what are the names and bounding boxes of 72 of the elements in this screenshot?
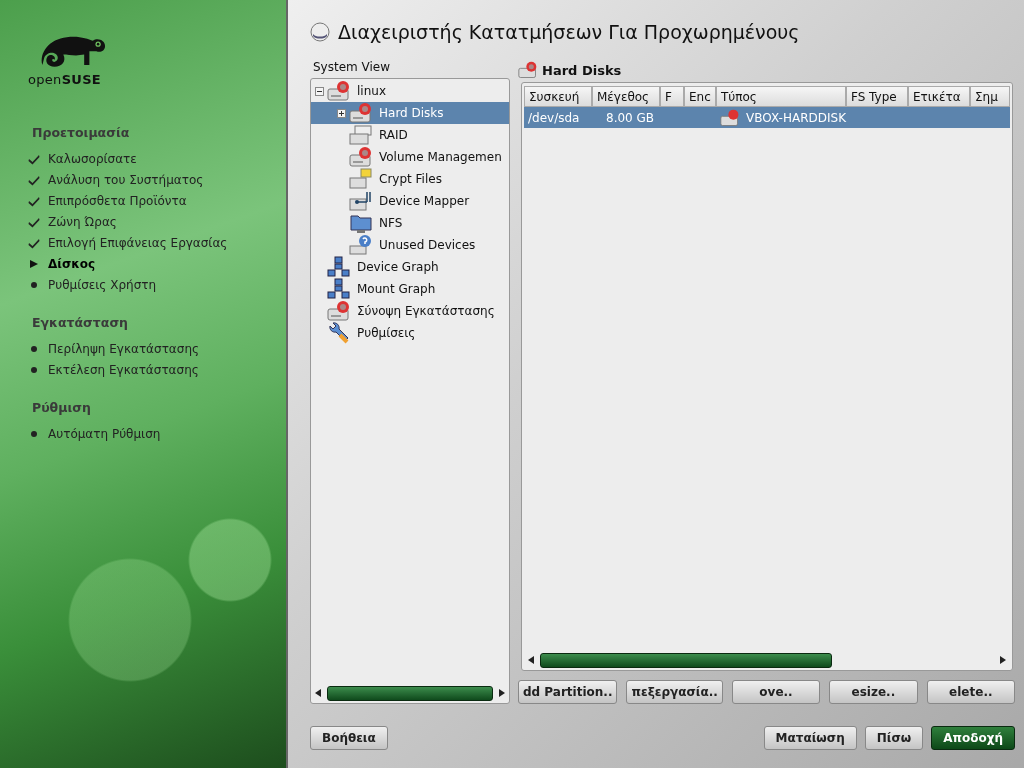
network-folder-icon — [349, 212, 373, 234]
system-view-label: System View — [313, 60, 392, 76]
section-title: Ρύθμιση — [32, 400, 92, 415]
tree-item[interactable]: Device Mapper — [311, 190, 509, 212]
device-mapper-icon — [349, 190, 373, 212]
step-label: Ρυθμίσεις Χρήστη — [48, 277, 157, 292]
graph-icon — [327, 278, 351, 300]
unused-disk-icon — [349, 234, 373, 256]
tree-item[interactable]: Unused Devices — [311, 234, 509, 256]
accept-button[interactable]: Αποδοχή — [931, 726, 1015, 750]
tree-item[interactable]: RAID — [311, 124, 509, 146]
column-header[interactable]: Enc — [684, 86, 716, 107]
tree-item[interactable]: linux — [311, 80, 509, 102]
step-label: Καλωσορίσατε — [48, 151, 137, 166]
tree-item[interactable]: Volume Managemen — [311, 146, 509, 168]
step-label: Περίληψη Εγκατάστασης — [48, 341, 200, 356]
section-title: Προετοιμασία — [32, 125, 131, 140]
scroll-right-icon[interactable] — [1000, 656, 1006, 664]
cancel-button[interactable]: Ματαίωση — [763, 726, 857, 750]
step-label: Ανάλυση του Συστήματος — [48, 172, 204, 187]
action-button[interactable]: esize.. — [829, 680, 918, 704]
panel-heading: Hard Disks — [542, 62, 622, 78]
back-button[interactable]: Πίσω — [864, 726, 924, 750]
column-header[interactable]: Ετικέτα — [908, 86, 970, 107]
tree-item[interactable]: Device Graph — [311, 256, 509, 278]
scroll-right-icon[interactable] — [499, 689, 505, 697]
step-label: Εκτέλεση Εγκατάστασης — [48, 362, 199, 377]
action-button[interactable]: dd Partition.. — [518, 680, 618, 704]
table-row[interactable]: /dev/sda 8.00 GB VBOX-HARDDISK — [524, 107, 1010, 128]
logo-text: openSUSE — [28, 72, 102, 87]
column-header[interactable]: F — [660, 86, 684, 107]
step-label: Δίσκος — [48, 256, 96, 271]
action-button[interactable]: elete.. — [926, 680, 1015, 704]
column-header[interactable]: Μέγεθος — [592, 86, 660, 107]
step-label: Ζώνη Ώρας — [48, 214, 117, 229]
action-button[interactable]: ove.. — [731, 680, 821, 704]
table-cell: /dev/sda — [528, 110, 580, 125]
hard-disk-icon — [720, 107, 741, 128]
column-header[interactable]: Σημ — [970, 86, 1010, 107]
expand-icon[interactable] — [337, 108, 346, 118]
section-title: Εγκατάσταση — [32, 315, 130, 330]
action-button[interactable]: πεξεργασία.. — [626, 680, 723, 704]
stacked-disks-icon — [349, 124, 373, 146]
help-button[interactable]: Βοήθεια — [310, 726, 388, 750]
tree-item[interactable]: Ρυθμίσεις — [311, 322, 509, 344]
scroll-left-icon[interactable] — [528, 656, 534, 664]
tree-item[interactable]: Mount Graph — [311, 278, 509, 300]
hard-disk-icon — [327, 300, 351, 322]
step-label: Αυτόματη Ρύθμιση — [48, 426, 161, 441]
column-header[interactable]: Συσκευή — [524, 86, 592, 107]
scrollbar-thumb[interactable] — [327, 685, 493, 701]
column-header[interactable]: FS Type — [846, 86, 908, 107]
window-title: Διαχειριστής Κατατμήσεων Για Προχωρημένους — [338, 21, 800, 43]
encrypted-disk-icon — [349, 168, 373, 190]
hard-disk-icon — [349, 146, 373, 168]
graph-icon — [327, 256, 351, 278]
tree-item[interactable]: Σύνοψη Εγκατάστασης — [311, 300, 509, 322]
tree-item[interactable]: Hard Disks — [311, 102, 509, 124]
scroll-left-icon[interactable] — [315, 689, 321, 697]
collapse-icon[interactable] — [315, 86, 324, 96]
hard-disk-icon — [518, 60, 538, 80]
tree-item[interactable]: Crypt Files — [311, 168, 509, 190]
step-label: Επιλογή Επιφάνειας Εργασίας — [48, 235, 228, 250]
disk-icon — [310, 22, 330, 42]
scrollbar-thumb[interactable] — [540, 652, 832, 668]
step-label: Επιπρόσθετα Προϊόντα — [48, 193, 187, 208]
table-cell-text: 8.00 GB — [605, 110, 655, 125]
column-header[interactable]: Τύπος — [716, 86, 846, 107]
hard-disk-icon — [349, 102, 373, 124]
wrench-icon — [327, 322, 351, 344]
table-cell: VBOX-HARDDISK — [746, 110, 846, 125]
tree-item[interactable]: NFS — [311, 212, 509, 234]
